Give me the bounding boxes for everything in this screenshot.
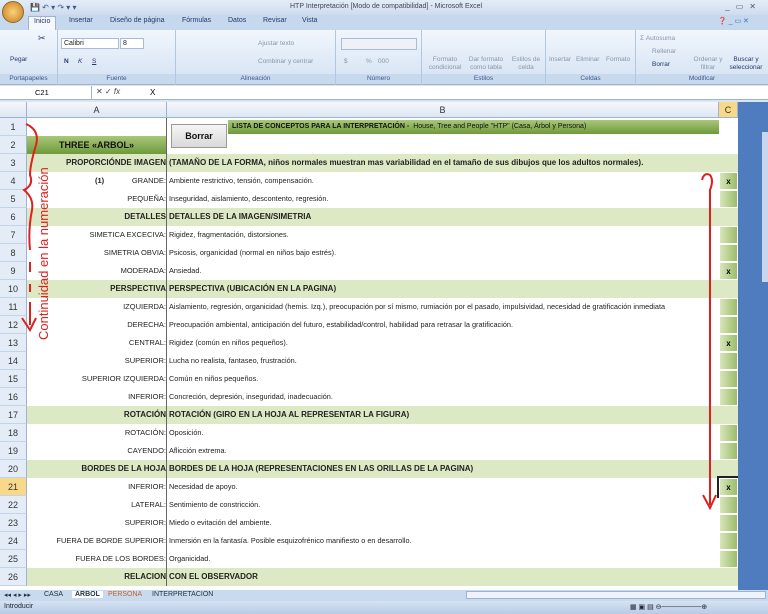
sheet-tab-persona[interactable]: PERSONA [108, 591, 142, 598]
right-line-arrow [701, 173, 717, 511]
status-bar: Introducir ▦ ▣ ▤ ⊖────────⊕ [0, 601, 768, 614]
sheet-nav-buttons[interactable]: ◂◂ ◂ ▸ ▸▸ [4, 591, 31, 599]
sheet-tab-interpretacion[interactable]: INTERPRETACION [152, 591, 213, 598]
zoom-slider[interactable]: ▦ ▣ ▤ ⊖────────⊕ [630, 603, 760, 611]
horizontal-scrollbar[interactable] [466, 591, 766, 599]
status-text: Introducir [4, 603, 34, 610]
annotation-arrows [21, 123, 717, 511]
office-button[interactable] [2, 1, 24, 23]
left-brace-arrow [21, 123, 38, 332]
sheet-tab-arbol[interactable]: ARBOL [72, 591, 103, 598]
sheet-tabs: ◂◂ ◂ ▸ ▸▸ CASA ARBOL PERSONA INTERPRETAC… [0, 590, 768, 601]
sheet-tab-casa[interactable]: CASA [44, 591, 63, 598]
